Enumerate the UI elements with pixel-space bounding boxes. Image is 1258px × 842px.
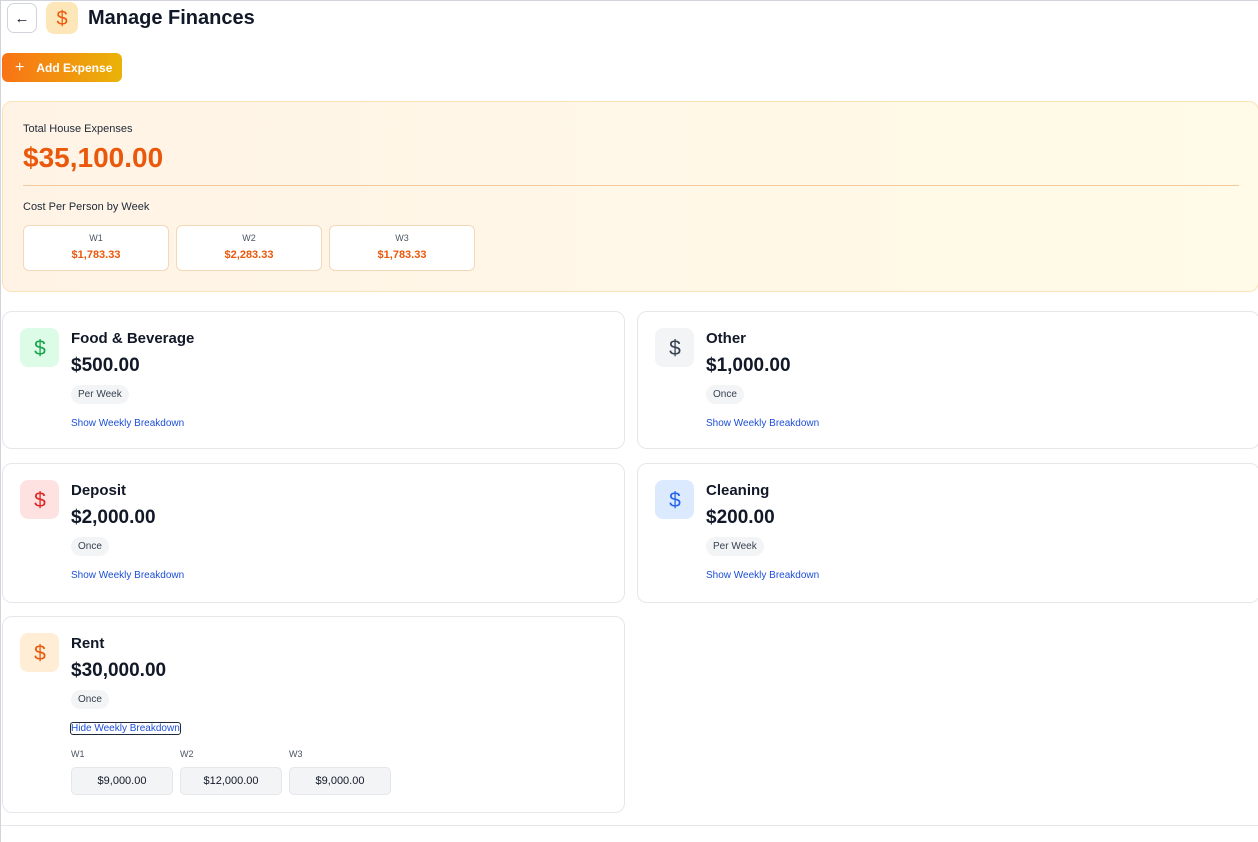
breakdown-week-value: $9,000.00	[289, 767, 391, 795]
week-card: W3 $1,783.33	[329, 225, 475, 271]
week-value: $1,783.33	[377, 249, 427, 261]
frequency-badge: Once	[706, 385, 744, 404]
breakdown-week-label: W3	[289, 749, 303, 759]
expense-card-deposit: $ Deposit $2,000.00 Once Show Weekly Bre…	[2, 463, 625, 603]
add-expense-label: Add Expense	[36, 60, 113, 75]
arrow-left-icon: ←	[14, 9, 30, 27]
week-label: W3	[395, 233, 409, 243]
week-value: $1,783.33	[71, 249, 121, 261]
expense-amount: $2,000.00	[71, 507, 156, 528]
breakdown-values: $9,000.00 $12,000.00 $9,000.00	[71, 767, 391, 795]
expense-name: Other	[706, 330, 747, 347]
expense-name: Cleaning	[706, 482, 770, 499]
dollar-icon: $	[46, 2, 78, 34]
svg-text:$: $	[669, 489, 681, 512]
dollar-icon: $	[20, 480, 59, 519]
expense-name: Rent	[71, 635, 105, 652]
frequency-badge: Per Week	[71, 385, 129, 404]
expense-card-cleaning: $ Cleaning $200.00 Per Week Show Weekly …	[637, 463, 1258, 603]
week-label: W1	[89, 233, 103, 243]
expense-amount: $500.00	[71, 355, 140, 376]
plus-icon: +	[15, 58, 25, 76]
breakdown-week-label: W1	[71, 749, 85, 759]
week-value: $2,283.33	[224, 249, 274, 261]
expense-amount: $1,000.00	[706, 355, 791, 376]
breakdown-labels: W1 W2 W3	[71, 749, 391, 759]
total-label: Total House Expenses	[23, 123, 133, 135]
show-breakdown-link[interactable]: Show Weekly Breakdown	[71, 418, 184, 429]
frequency-badge: Per Week	[706, 537, 764, 556]
breakdown-week-value: $9,000.00	[71, 767, 173, 795]
show-breakdown-link[interactable]: Show Weekly Breakdown	[71, 570, 184, 581]
week-label: W2	[242, 233, 256, 243]
svg-text:$: $	[34, 642, 46, 665]
breakdown-week-value: $12,000.00	[180, 767, 282, 795]
summary-panel: Total House Expenses $35,100.00 Cost Per…	[2, 101, 1258, 292]
week-card: W2 $2,283.33	[176, 225, 322, 271]
expense-amount: $200.00	[706, 507, 775, 528]
page-title: Manage Finances	[88, 6, 255, 29]
expense-name: Food & Beverage	[71, 330, 195, 347]
dollar-icon: $	[20, 633, 59, 672]
show-breakdown-link[interactable]: Show Weekly Breakdown	[706, 570, 819, 581]
frequency-badge: Once	[71, 690, 109, 709]
svg-text:$: $	[34, 489, 46, 512]
dollar-icon: $	[655, 480, 694, 519]
expense-card-food-beverage: $ Food & Beverage $500.00 Per Week Show …	[2, 311, 625, 449]
total-value: $35,100.00	[23, 142, 164, 173]
divider	[23, 185, 1239, 186]
expense-name: Deposit	[71, 482, 127, 499]
frequency-badge: Once	[71, 537, 109, 556]
breakdown-week-label: W2	[180, 749, 194, 759]
expense-card-rent: $ Rent $30,000.00 Once Hide Weekly Break…	[2, 616, 625, 813]
dollar-icon: $	[655, 328, 694, 367]
hide-breakdown-link[interactable]: Hide Weekly Breakdown	[70, 722, 181, 735]
show-breakdown-link[interactable]: Show Weekly Breakdown	[706, 418, 819, 429]
cost-per-person-label: Cost Per Person by Week	[23, 201, 150, 213]
divider	[1, 825, 1258, 826]
back-button[interactable]: ←	[7, 3, 37, 33]
svg-text:$: $	[669, 337, 681, 360]
expense-amount: $30,000.00	[71, 660, 167, 681]
svg-text:$: $	[34, 337, 46, 360]
svg-text:$: $	[56, 8, 67, 29]
week-cards: W1 $1,783.33 W2 $2,283.33 W3 $1,783.33	[23, 225, 475, 271]
add-expense-button[interactable]: + Add Expense	[2, 53, 122, 82]
week-card: W1 $1,783.33	[23, 225, 169, 271]
dollar-icon: $	[20, 328, 59, 367]
page-header: ← $ Manage Finances	[7, 2, 255, 34]
expense-card-other: $ Other $1,000.00 Once Show Weekly Break…	[637, 311, 1258, 449]
